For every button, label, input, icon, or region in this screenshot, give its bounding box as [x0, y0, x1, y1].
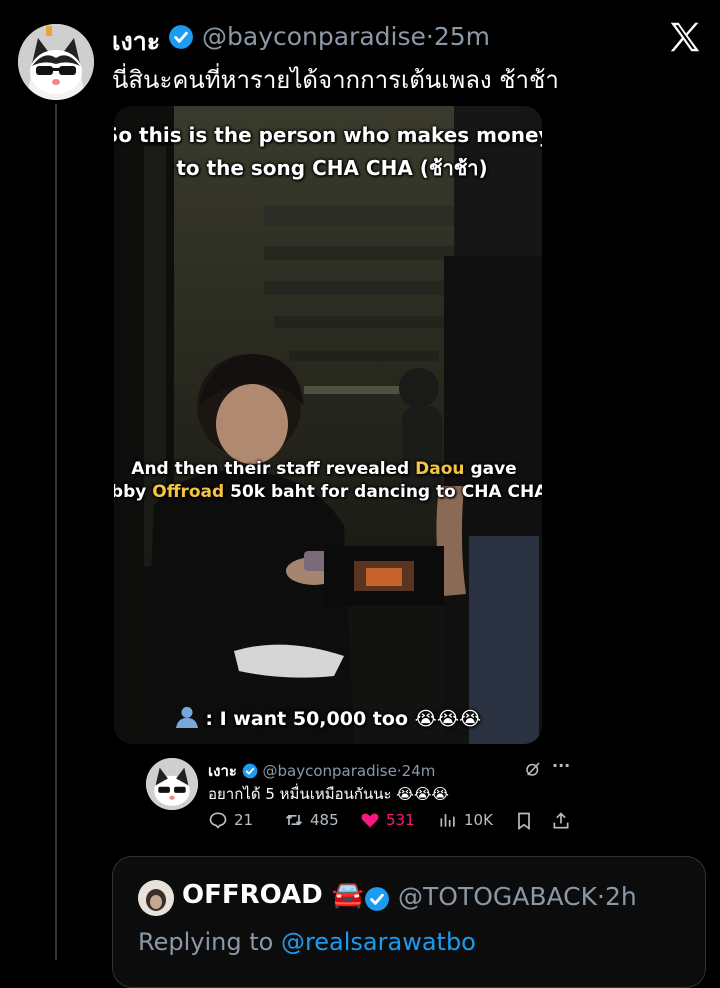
reply-author-name: เงาะ: [208, 762, 237, 780]
quoted-name-text: OFFROAD: [182, 880, 323, 910]
heart-icon: [361, 813, 379, 828]
avatar-main[interactable]: [18, 24, 94, 100]
caption-mid-a: And then their staff revealed: [131, 459, 416, 479]
cat-avatar-icon: [18, 24, 94, 100]
caption-mid-b: gave: [464, 459, 517, 479]
crying-emoji-icon: 😭😭😭: [414, 708, 482, 730]
author-handle-time[interactable]: @bayconparadise·25m: [202, 22, 490, 51]
views-button[interactable]: 10K: [438, 810, 493, 830]
author-handle: @bayconparadise: [202, 22, 426, 51]
tweet-media[interactable]: : So this is the person who makes money …: [114, 106, 542, 744]
caption-middle: And then their staff revealed Daou gave …: [114, 458, 542, 504]
caption-mid-daou: Daou: [415, 459, 465, 479]
x-logo-icon[interactable]: [666, 18, 704, 56]
more-icon[interactable]: ···: [552, 756, 570, 775]
dot-separator: ·: [425, 22, 434, 51]
like-button[interactable]: 531: [360, 810, 415, 830]
views-icon: [440, 814, 455, 827]
quoted-handle-time[interactable]: @TOTOGABACK·2h: [398, 882, 637, 911]
thread-line: [55, 104, 57, 960]
reply-header[interactable]: เงาะ @bayconparadise·24m: [208, 759, 435, 783]
reply-text-body: อยากได้ 5 หมื่นเหมือนกันนะ: [208, 785, 392, 803]
views-count: 10K: [464, 811, 493, 829]
dot-separator: ·: [597, 882, 605, 911]
quoted-author-name[interactable]: OFFROAD 🚘: [182, 880, 364, 910]
tweet-text: นี่สินะคนที่หารายได้จากการเต้นเพลง ช้าช้…: [112, 66, 559, 94]
verified-badge-icon: [365, 887, 389, 911]
caption-mid-offroad: Offroad: [152, 482, 225, 502]
grok-icon[interactable]: [524, 760, 542, 778]
caption-mid-d: 50k baht for dancing to CHA CHA: [224, 482, 542, 502]
caption-bottom: : I want 50,000 too 😭😭😭: [114, 706, 542, 730]
verified-badge-icon: [242, 763, 258, 779]
caption-bottom-text: : I want 50,000 too: [205, 708, 408, 730]
share-icon[interactable]: [551, 811, 571, 831]
crying-emoji-icon: 😭😭😭: [396, 785, 449, 803]
caption-top: : So this is the person who makes money …: [114, 122, 542, 147]
bookmark-icon[interactable]: [514, 811, 534, 831]
reply-count: 21: [234, 811, 254, 829]
caption-mid-c: his bby: [114, 482, 147, 502]
retweet-button[interactable]: 485: [284, 810, 339, 830]
verified-badge-icon: [169, 25, 193, 49]
reply-text: อยากได้ 5 หมื่นเหมือนกันนะ 😭😭😭: [208, 782, 449, 806]
reply-handle: @bayconparadise: [262, 762, 397, 780]
like-count: 531: [386, 811, 415, 829]
reply-avatar[interactable]: [146, 758, 198, 810]
reply-time: 24m: [401, 762, 436, 780]
car-emoji-icon: 🚘: [331, 880, 365, 910]
offroad-avatar[interactable]: [138, 880, 174, 916]
caption-top-line2: to the song CHA CHA (ช้าช้า): [176, 156, 488, 180]
media-photo: [114, 106, 542, 744]
replying-prefix: Replying to: [138, 928, 281, 956]
quoted-time: 2h: [605, 882, 637, 911]
reply-icon: [209, 812, 227, 829]
cat-avatar-icon: [146, 758, 198, 810]
replying-to: Replying to @realsarawatbo: [138, 928, 476, 956]
replying-handle-link[interactable]: @realsarawatbo: [281, 928, 476, 956]
retweet-icon: [285, 814, 303, 826]
caption-top-line1: : So this is the person who makes money …: [114, 123, 542, 147]
quoted-tweet-card[interactable]: [112, 856, 706, 988]
retweet-count: 485: [310, 811, 339, 829]
reply-button[interactable]: 21: [208, 810, 253, 830]
tweet-time: 25m: [433, 22, 491, 51]
person-icon: [175, 706, 206, 730]
author-name[interactable]: เงาะ: [112, 22, 160, 62]
avatar-photo: [138, 880, 174, 916]
quoted-handle: @TOTOGABACK: [398, 882, 598, 911]
